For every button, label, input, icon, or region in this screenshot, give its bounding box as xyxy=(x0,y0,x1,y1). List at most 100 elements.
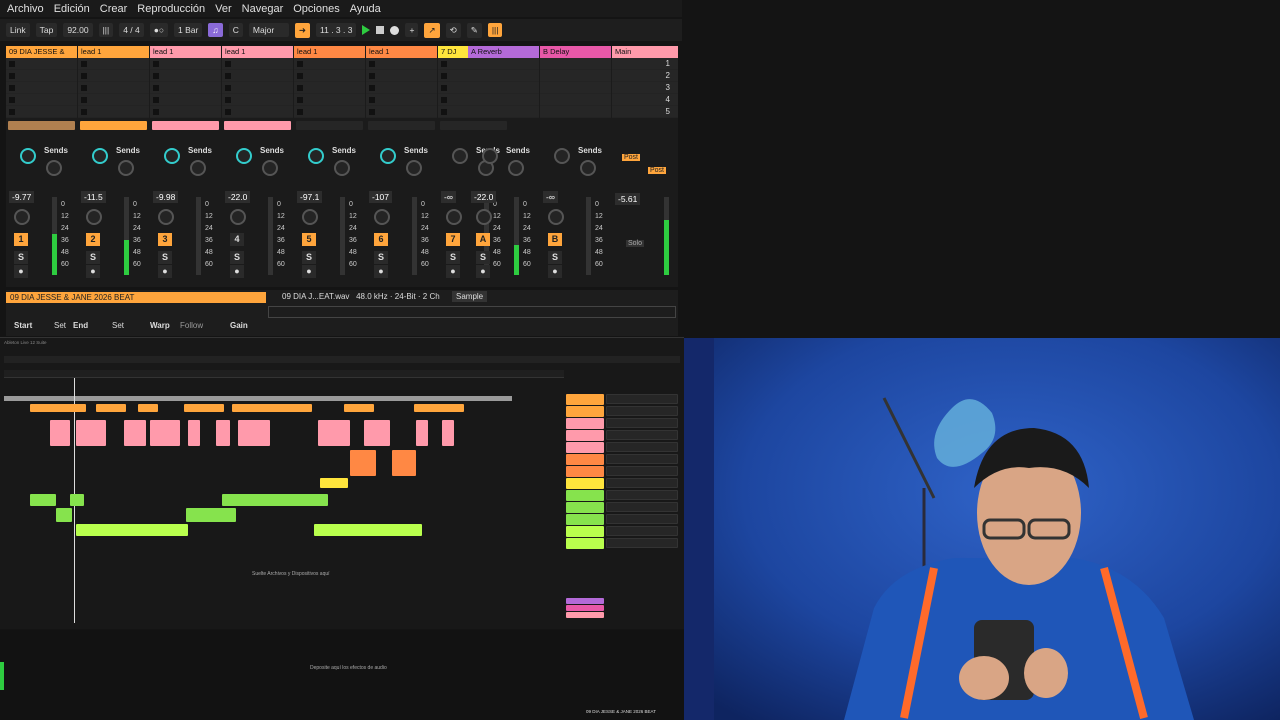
send-b-knob[interactable] xyxy=(580,160,596,176)
arrangement-track-header[interactable] xyxy=(566,430,604,441)
arrangement-track-header[interactable] xyxy=(566,394,604,405)
arrangement-track-header[interactable] xyxy=(566,418,604,429)
arrangement-clip[interactable] xyxy=(66,404,86,412)
master-track-header[interactable]: Main xyxy=(612,46,678,58)
stop-button-icon[interactable] xyxy=(153,61,159,67)
arm-button[interactable]: ● xyxy=(158,265,172,278)
arrangement-track-controls[interactable] xyxy=(606,394,678,404)
stop-button-icon[interactable] xyxy=(441,109,447,115)
track-activator-button[interactable]: B xyxy=(548,233,562,246)
clip-launch-bar[interactable] xyxy=(296,121,363,130)
arrangement-clip[interactable] xyxy=(238,420,270,446)
arrangement-clip[interactable] xyxy=(124,420,146,446)
arrangement-clip[interactable] xyxy=(76,420,106,446)
menu-edicion[interactable]: Edición xyxy=(54,3,90,15)
arrangement-track-header[interactable] xyxy=(566,502,604,513)
stop-button-icon[interactable] xyxy=(9,109,15,115)
arm-button[interactable]: ● xyxy=(230,265,244,278)
arrangement-track-header[interactable] xyxy=(566,478,604,489)
cpu-meter-icon[interactable]: ||| xyxy=(487,23,503,37)
clip-slot[interactable] xyxy=(366,82,437,94)
stop-button-icon[interactable] xyxy=(81,97,87,103)
waveform-area[interactable] xyxy=(268,306,676,318)
clip-slot[interactable] xyxy=(468,58,539,70)
return-track-header[interactable] xyxy=(566,612,604,618)
stop-button-icon[interactable] xyxy=(369,97,375,103)
solo-button[interactable]: S xyxy=(446,251,460,264)
arrangement-track-controls[interactable] xyxy=(606,490,678,500)
stop-icon[interactable] xyxy=(376,26,385,34)
clip-slot[interactable] xyxy=(540,106,611,118)
arm-button[interactable]: ● xyxy=(14,265,28,278)
arm-button[interactable]: ● xyxy=(302,265,316,278)
arrangement-track-header[interactable] xyxy=(566,442,604,453)
link-button[interactable]: Link xyxy=(6,23,30,37)
stop-button-icon[interactable] xyxy=(81,61,87,67)
tap-button[interactable]: Tap xyxy=(35,23,58,37)
audio-track-header[interactable]: lead 1 xyxy=(294,46,365,58)
track-activator-button[interactable]: 5 xyxy=(302,233,316,246)
automation-arm-icon[interactable]: ↗ xyxy=(424,22,440,38)
solo-button[interactable]: S xyxy=(374,251,388,264)
clip-slot[interactable] xyxy=(540,94,611,106)
solo-button[interactable]: S xyxy=(158,251,172,264)
arrangement-clip[interactable] xyxy=(442,420,454,446)
key-select[interactable]: C xyxy=(228,23,243,37)
arrangement-clip[interactable] xyxy=(364,420,390,446)
audio-track-header[interactable]: lead 1 xyxy=(78,46,149,58)
clip-slot[interactable] xyxy=(222,70,293,82)
scene-launch[interactable]: 1 xyxy=(612,58,678,70)
arrangement-clip[interactable] xyxy=(96,404,126,412)
beat-waveform-clip[interactable] xyxy=(4,396,512,401)
sample-tab[interactable]: Sample xyxy=(452,291,488,302)
arm-button[interactable]: ● xyxy=(476,265,490,278)
clip-slot[interactable] xyxy=(540,82,611,94)
scale-mode-icon[interactable]: ♫ xyxy=(208,23,223,37)
menu-navegar[interactable]: Navegar xyxy=(242,3,284,15)
menu-archivo[interactable]: Archivo xyxy=(7,3,44,15)
arrangement-track-header[interactable] xyxy=(566,514,604,525)
stop-button-icon[interactable] xyxy=(441,85,447,91)
stop-button-icon[interactable] xyxy=(225,73,231,79)
solo-label[interactable]: Solo xyxy=(626,240,645,247)
clip-slot[interactable] xyxy=(222,82,293,94)
clip-slot[interactable] xyxy=(468,94,539,106)
menu-crear[interactable]: Crear xyxy=(100,3,128,15)
clip-slot[interactable] xyxy=(222,94,293,106)
arrangement-track-controls[interactable] xyxy=(606,514,678,524)
stop-button-icon[interactable] xyxy=(297,109,303,115)
clip-slot[interactable] xyxy=(150,58,221,70)
arrangement-clip[interactable] xyxy=(188,420,200,446)
clip-slot[interactable] xyxy=(294,58,365,70)
stop-button-icon[interactable] xyxy=(225,61,231,67)
stop-button-icon[interactable] xyxy=(369,73,375,79)
stop-button-icon[interactable] xyxy=(297,61,303,67)
quantize-select[interactable]: 1 Bar xyxy=(174,23,203,37)
play-icon[interactable] xyxy=(362,25,371,35)
scene-launch[interactable]: 3 xyxy=(612,82,678,94)
menu-reproduccion[interactable]: Reproducción xyxy=(137,3,205,15)
send-a-knob[interactable] xyxy=(452,148,468,164)
arrangement-clip[interactable] xyxy=(416,420,428,446)
set-end-button[interactable]: Set xyxy=(112,321,124,330)
clip-slot[interactable] xyxy=(366,106,437,118)
arm-button[interactable]: ● xyxy=(548,265,562,278)
arrangement-clip[interactable] xyxy=(70,494,84,506)
clip-slot[interactable] xyxy=(78,106,149,118)
clip-slot[interactable] xyxy=(294,82,365,94)
send-a-knob[interactable] xyxy=(20,148,36,164)
clip-slot[interactable] xyxy=(150,70,221,82)
arrangement-clip[interactable] xyxy=(184,404,224,412)
arrangement-track-controls[interactable] xyxy=(606,466,678,476)
arrangement-track-header[interactable] xyxy=(566,406,604,417)
arm-button[interactable]: ● xyxy=(374,265,388,278)
solo-button[interactable]: S xyxy=(302,251,316,264)
send-a-knob[interactable] xyxy=(236,148,252,164)
master-volume-readout[interactable]: -5.61 xyxy=(615,193,641,205)
clip-slot[interactable] xyxy=(150,94,221,106)
clip-slot[interactable] xyxy=(468,70,539,82)
solo-button[interactable]: S xyxy=(230,251,244,264)
volume-readout[interactable]: -97.1 xyxy=(297,191,323,203)
stop-button-icon[interactable] xyxy=(297,73,303,79)
clip-slot[interactable] xyxy=(6,58,77,70)
